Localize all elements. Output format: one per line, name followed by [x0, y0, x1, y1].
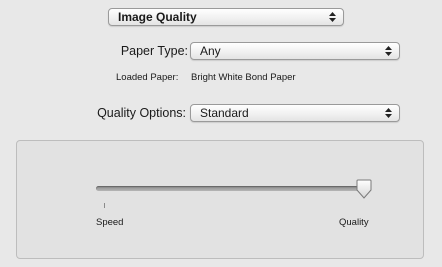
slider-max-label: Quality [339, 217, 369, 228]
quality-slider-track[interactable] [96, 186, 368, 191]
slider-min-label: Speed [96, 217, 124, 228]
quality-options-popup[interactable]: Standard [190, 104, 400, 122]
panel-selector-popup[interactable]: Image Quality [108, 8, 344, 26]
paper-type-popup[interactable]: Any [190, 42, 400, 60]
up-down-arrows-icon [328, 11, 337, 23]
paper-type-label: Paper Type: [120, 44, 188, 58]
up-down-arrows-icon [384, 45, 393, 57]
paper-type-value: Any [200, 44, 221, 58]
loaded-paper-value: Bright White Bond Paper [191, 72, 296, 83]
panel-selector-value: Image Quality [118, 10, 197, 24]
slider-min-tick [104, 203, 105, 208]
quality-options-value: Standard [200, 106, 249, 120]
quality-slider-thumb[interactable] [356, 179, 372, 199]
quality-options-label: Quality Options: [97, 106, 186, 120]
quality-slider-group [16, 140, 424, 259]
loaded-paper-label: Loaded Paper: [116, 72, 179, 83]
up-down-arrows-icon [384, 107, 393, 119]
